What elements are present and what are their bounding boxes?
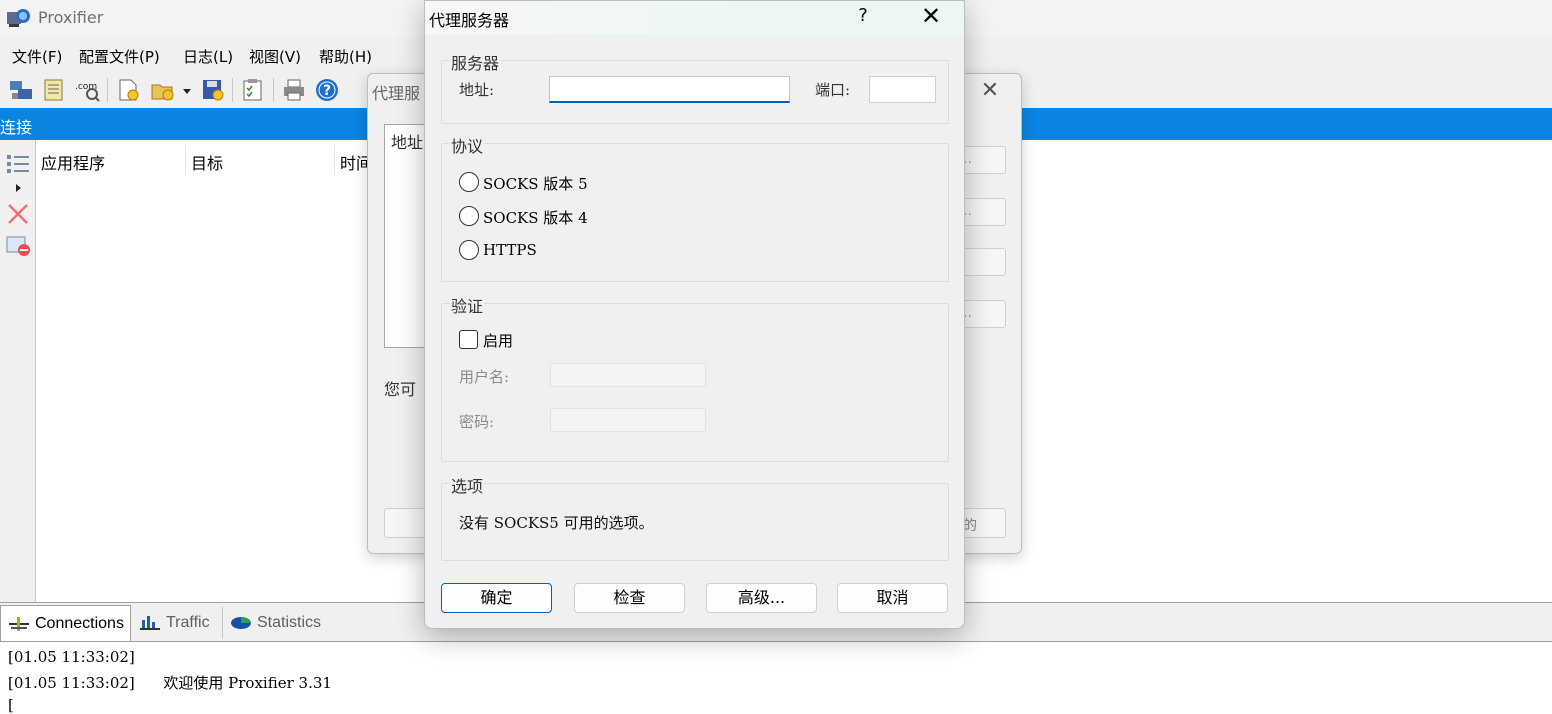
tab-traffic[interactable]: Traffic xyxy=(132,607,216,639)
tab-traffic-label: Traffic xyxy=(166,614,210,631)
connections-title: 连接 xyxy=(0,118,33,137)
protocol-group: 协议 SOCKS 版本 5 SOCKS 版本 4 HTTPS xyxy=(441,133,949,282)
authentication-group: 验证 启用 用户名: 密码: xyxy=(441,293,949,462)
options-group-title: 选项 xyxy=(450,473,485,497)
socks5-label[interactable]: SOCKS 版本 5 xyxy=(483,173,588,194)
tab-statistics[interactable]: Statistics xyxy=(222,607,327,639)
authentication-group-title: 验证 xyxy=(450,293,485,317)
dialog-titlebar: 代理服务器 ? ✕ xyxy=(425,1,964,35)
help-icon[interactable]: ? xyxy=(853,5,873,26)
remove-rule-icon[interactable] xyxy=(5,234,31,258)
menu-profile[interactable]: 配置文件(P) xyxy=(79,46,160,67)
connections-icon xyxy=(9,616,29,631)
traffic-chart-icon xyxy=(140,616,160,630)
proxifier-logo-icon xyxy=(7,9,30,27)
password-label: 密码: xyxy=(459,413,495,431)
options-text: 没有 SOCKS5 可用的选项。 xyxy=(459,514,654,532)
menu-help[interactable]: 帮助(H) xyxy=(319,46,372,67)
server-group: 服务器 地址: 端口: xyxy=(441,50,949,124)
ok-button[interactable]: 确定 xyxy=(441,583,552,613)
protocol-group-title: 协议 xyxy=(450,133,485,157)
name-resolution-icon[interactable]: .com xyxy=(75,77,101,103)
proxy-servers-dialog-title: 代理服 xyxy=(372,84,421,103)
https-label[interactable]: HTTPS xyxy=(483,241,537,259)
menu-log[interactable]: 日志(L) xyxy=(183,46,233,67)
proxification-rules-icon[interactable] xyxy=(41,77,67,103)
menu-file[interactable]: 文件(F) xyxy=(12,46,62,67)
dropdown-arrow-icon[interactable] xyxy=(178,77,196,103)
enable-auth-label[interactable]: 启用 xyxy=(483,330,513,351)
close-connection-icon[interactable] xyxy=(5,202,31,226)
toolbar-separator xyxy=(273,78,274,102)
proxy-servers-note: 您可 xyxy=(384,380,417,399)
cancel-button[interactable]: 取消 xyxy=(837,583,948,613)
column-separator[interactable] xyxy=(334,146,335,174)
list-view-icon[interactable] xyxy=(5,152,31,176)
socks4-label[interactable]: SOCKS 版本 4 xyxy=(483,207,588,228)
statistics-pie-icon xyxy=(231,617,251,629)
proxy-list-header-address: 地址 xyxy=(391,133,424,152)
proxy-servers-icon[interactable] xyxy=(8,77,34,103)
tab-connections-label: Connections xyxy=(35,614,124,632)
print-icon[interactable] xyxy=(281,77,307,103)
https-radio[interactable] xyxy=(459,240,479,260)
svg-text:.com: .com xyxy=(75,82,97,92)
expand-arrow-icon[interactable] xyxy=(5,180,31,196)
port-label: 端口: xyxy=(815,81,851,99)
app-title: Proxifier xyxy=(38,8,104,27)
dialog-title: 代理服务器 xyxy=(429,11,510,30)
connections-sidebar xyxy=(0,140,36,602)
address-input[interactable] xyxy=(549,76,790,103)
log-line: [01.05 11:33:02] xyxy=(8,648,135,666)
tab-connections[interactable]: Connections xyxy=(0,605,131,641)
enable-auth-checkbox[interactable] xyxy=(459,330,478,349)
svg-text:?: ? xyxy=(323,83,331,99)
options-icon[interactable] xyxy=(240,77,266,103)
tab-statistics-label: Statistics xyxy=(257,614,322,631)
socks5-radio[interactable] xyxy=(459,172,479,192)
log-line: [01.05 11:33:02] 欢迎使用 Proxifier 3.31 xyxy=(8,674,332,692)
menu-view[interactable]: 视图(V) xyxy=(249,46,301,67)
open-profile-icon[interactable] xyxy=(150,77,176,103)
options-group: 选项 没有 SOCKS5 可用的选项。 xyxy=(441,473,949,561)
address-label: 地址: xyxy=(459,81,495,99)
save-profile-icon[interactable] xyxy=(200,77,226,103)
username-input[interactable] xyxy=(550,363,706,387)
advanced-button[interactable]: 高级... xyxy=(706,583,817,613)
help-icon[interactable]: ? xyxy=(314,77,340,103)
toolbar-separator xyxy=(107,78,108,102)
close-icon[interactable]: ✕ xyxy=(919,2,943,30)
socks4-radio[interactable] xyxy=(459,206,479,226)
close-icon[interactable]: ✕ xyxy=(978,78,1002,103)
port-input[interactable] xyxy=(869,76,936,103)
server-group-title: 服务器 xyxy=(450,50,501,74)
column-header-target[interactable]: 目标 xyxy=(191,150,223,174)
new-profile-icon[interactable] xyxy=(115,77,141,103)
column-header-application[interactable]: 应用程序 xyxy=(41,150,105,174)
log-panel[interactable]: [01.05 11:33:02] [01.05 11:33:02] 欢迎使用 P… xyxy=(0,643,1552,714)
password-input[interactable] xyxy=(550,408,706,432)
proxy-server-dialog: 代理服务器 ? ✕ 服务器 地址: 端口: 协议 SOCKS 版本 5 SOCK… xyxy=(424,0,965,629)
check-button[interactable]: 检查 xyxy=(574,583,685,613)
username-label: 用户名: xyxy=(459,368,510,386)
column-separator[interactable] xyxy=(185,146,186,174)
toolbar-separator xyxy=(232,78,233,102)
